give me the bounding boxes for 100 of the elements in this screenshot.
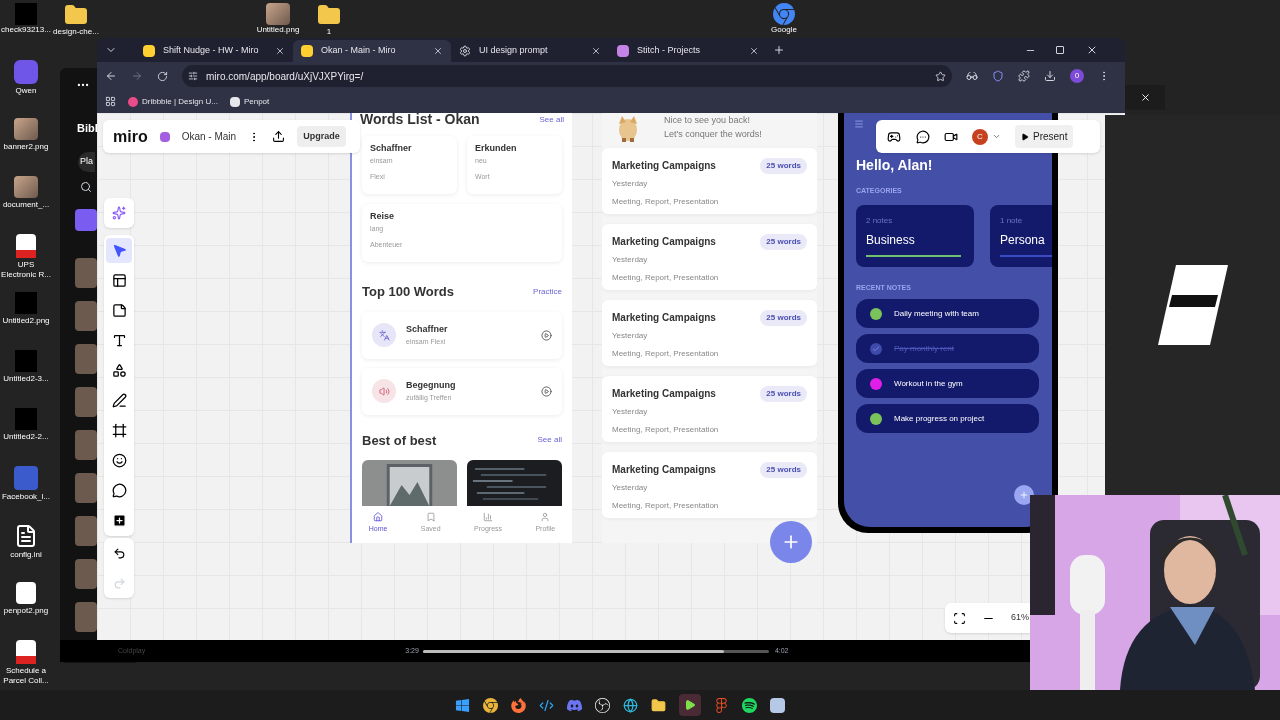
section-title: Words List - Okan: [360, 113, 480, 129]
practice-link[interactable]: Practice: [533, 285, 562, 298]
desktop-icon-label[interactable]: document_...: [0, 200, 52, 210]
desktop-icon-label[interactable]: design-che...: [53, 27, 99, 36]
note-item[interactable]: Daily meeting with team: [856, 299, 1039, 328]
user-avatar[interactable]: C: [972, 128, 988, 145]
album-cover[interactable]: [75, 209, 97, 231]
add-button[interactable]: [770, 521, 812, 563]
ai-button[interactable]: [104, 198, 134, 228]
app-icon[interactable]: [770, 697, 785, 713]
close-icon[interactable]: [433, 46, 443, 56]
list-title: Marketing Campaigns: [612, 311, 716, 325]
list-card[interactable]: Marketing Campaigns 25 words Yesterday Meeting, Report, Presentation: [602, 452, 817, 518]
board-name[interactable]: Okan - Main: [181, 129, 237, 144]
close-icon[interactable]: [1086, 44, 1098, 56]
music-app-icon[interactable]: [742, 697, 757, 713]
file-icon: [15, 3, 37, 25]
desktop-icon-label[interactable]: Untitled2.png: [0, 316, 52, 326]
browser-icon[interactable]: [483, 697, 498, 713]
browser-icon[interactable]: [511, 697, 526, 713]
browser-icon[interactable]: [623, 697, 638, 713]
desktop-icon-label[interactable]: check93213...: [1, 25, 51, 34]
undo-icon[interactable]: [112, 546, 126, 560]
list-title: Marketing Campaigns: [612, 159, 716, 173]
dropdown-icon[interactable]: [992, 132, 1001, 141]
checked-icon[interactable]: [870, 342, 882, 355]
list-title: Marketing Campaigns: [612, 387, 716, 401]
filter-chip[interactable]: Pla: [78, 152, 95, 172]
miro-logo[interactable]: miro: [113, 124, 148, 149]
note-item[interactable]: Workout in the gym: [856, 369, 1039, 398]
upgrade-button[interactable]: Upgrade: [297, 125, 346, 148]
desktop-icon-label[interactable]: 1: [326, 27, 332, 36]
list-tags: Meeting, Report, Presentation: [612, 500, 807, 512]
bookmark-link[interactable]: Dribbble | Design U...: [128, 95, 218, 108]
see-all-link[interactable]: See all: [539, 113, 564, 126]
chat-icon[interactable]: [916, 129, 930, 144]
address-bar[interactable]: miro.com/app/board/uXjVJXPYirg=/: [182, 65, 952, 87]
player-app-icon[interactable]: [679, 694, 701, 716]
download-icon[interactable]: [1044, 70, 1056, 82]
list-tags: Meeting, Report, Presentation: [612, 424, 807, 436]
home-icon: [373, 511, 384, 522]
list-date: Yesterday: [612, 406, 649, 418]
bookmark-star-icon[interactable]: [935, 70, 946, 82]
close-icon[interactable]: [749, 46, 759, 56]
recorder-icon[interactable]: [595, 697, 610, 713]
list-title: Marketing Campaigns: [612, 463, 716, 477]
desktop-icon-label[interactable]: Qwen: [0, 86, 52, 96]
back-icon[interactable]: [105, 70, 117, 82]
desktop-icon-label[interactable]: penpot2.png: [0, 606, 52, 616]
reload-icon[interactable]: [157, 70, 168, 82]
new-tab-icon[interactable]: [773, 44, 785, 56]
desktop-icon-label[interactable]: Schedule a Parcel Coll...: [0, 666, 52, 686]
folder-icon[interactable]: [651, 697, 666, 713]
search-icon[interactable]: [80, 181, 92, 193]
start-icon[interactable]: [455, 697, 470, 713]
add-note-button[interactable]: [1014, 485, 1034, 505]
list-card[interactable]: Marketing Campaigns 25 words Yesterday Meeting, Report, Presentation: [602, 300, 817, 366]
code-editor-icon[interactable]: [539, 697, 554, 713]
category-card[interactable]: 1 note Persona: [990, 204, 1052, 267]
desktop-icon-label[interactable]: Untitled2-2...: [0, 432, 52, 442]
browser-icon: [773, 3, 795, 25]
category-card[interactable]: 2 notes Business: [856, 204, 974, 267]
section-title: Best of best: [362, 431, 437, 450]
desktop-icon-label[interactable]: banner2.png: [0, 142, 52, 152]
desktop-icon-label[interactable]: UPS Electronic R...: [0, 260, 52, 280]
close-icon[interactable]: [275, 46, 285, 56]
close-icon[interactable]: [591, 46, 601, 56]
play-icon[interactable]: [541, 329, 552, 341]
share-icon[interactable]: [272, 130, 286, 143]
note-item[interactable]: Make progress on project: [856, 404, 1039, 433]
design-app-icon[interactable]: [714, 697, 729, 713]
file-icon: [15, 408, 37, 430]
see-all-link[interactable]: See all: [537, 434, 562, 447]
bookmark-link[interactable]: Penpot: [229, 95, 270, 108]
profile-avatar[interactable]: 0: [1070, 69, 1084, 83]
play-icon[interactable]: [541, 385, 552, 397]
browser-tab[interactable]: Okan - Main - Miro: [293, 40, 451, 62]
desktop-icon-label[interactable]: Untitled2-3...: [0, 374, 52, 384]
list-card[interactable]: Marketing Campaigns 25 words Yesterday Meeting, Report, Presentation: [602, 148, 817, 214]
list-card[interactable]: Marketing Campaigns 25 words Yesterday Meeting, Report, Presentation: [602, 224, 817, 290]
desktop-icon-label[interactable]: Google: [771, 25, 797, 34]
desktop-icon-label[interactable]: Facebook_l...: [0, 492, 52, 502]
apps-icon[interactable]: [105, 96, 116, 107]
browser-tab[interactable]: UI design prompt: [451, 40, 609, 62]
browser-tab[interactable]: Shift Nudge - HW - Miro: [135, 40, 293, 62]
browser-tab[interactable]: Stitch - Projects: [609, 40, 767, 62]
zoom-level[interactable]: 61%: [1011, 611, 1029, 625]
list-card[interactable]: Marketing Campaigns 25 words Yesterday Meeting, Report, Presentation: [602, 376, 817, 442]
site-settings-icon[interactable]: [188, 71, 198, 81]
close-icon[interactable]: [1139, 92, 1151, 103]
desktop-icon-label[interactable]: Untitled.png: [256, 25, 300, 34]
present-button[interactable]: Present: [1015, 125, 1074, 148]
fit-icon[interactable]: [953, 611, 966, 625]
extensions-icon[interactable]: [1018, 70, 1030, 82]
chat-app-icon[interactable]: [567, 697, 582, 713]
template-icon: [111, 273, 127, 288]
desktop-icon-label[interactable]: config.ini: [0, 550, 52, 560]
word-count-badge: 25 words: [760, 158, 807, 174]
sticky-note-icon: [111, 303, 127, 318]
maximize-icon[interactable]: [1056, 46, 1064, 54]
